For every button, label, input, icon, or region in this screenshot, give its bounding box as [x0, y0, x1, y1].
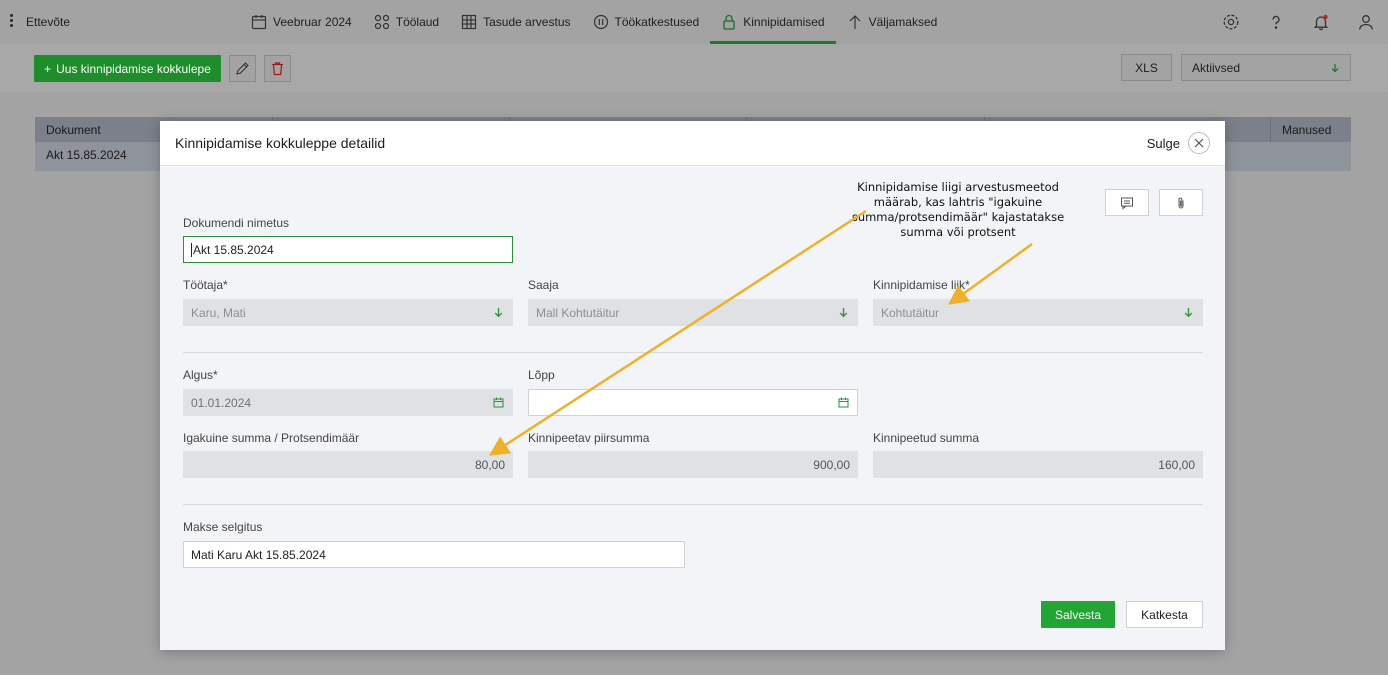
- doc-name-value: Akt 15.85.2024: [193, 242, 274, 257]
- nav-label: Tasude arvestus: [483, 15, 571, 29]
- dashboard-icon: [374, 14, 390, 30]
- pause-circle-icon: [593, 14, 609, 30]
- end-date-label: Lõpp: [528, 368, 555, 382]
- dialog-title: Kinnipidamise kokkuleppe detailid: [175, 135, 386, 151]
- new-agreement-label: Uus kinnipidamise kokkulepe: [56, 61, 211, 76]
- employee-label: Töötaja*: [183, 278, 228, 292]
- withheld-amount-input[interactable]: 160,00: [873, 451, 1203, 478]
- limit-amount-label: Kinnipeetav piirsumma: [528, 431, 650, 445]
- company-name[interactable]: Ettevõte: [26, 15, 70, 29]
- calendar-icon: [251, 14, 267, 30]
- dialog-header: Kinnipidamise kokkuleppe detailid Sulge: [160, 121, 1225, 166]
- withheld-amount-label: Kinnipeetud summa: [873, 431, 980, 445]
- status-filter-value: Aktiivsed: [1192, 60, 1241, 75]
- nav-dashboard[interactable]: Töölaud: [363, 0, 450, 44]
- close-icon[interactable]: [1188, 132, 1210, 154]
- deduction-type-select[interactable]: Kohtutäitur: [873, 299, 1203, 326]
- edit-button[interactable]: [229, 55, 256, 82]
- settings-icon[interactable]: [1208, 0, 1253, 44]
- user-icon[interactable]: [1343, 0, 1388, 44]
- chevron-down-icon: [491, 306, 505, 320]
- notifications-icon[interactable]: [1298, 0, 1343, 44]
- arrow-up-icon: [847, 14, 863, 30]
- payment-explanation-label: Makse selgitus: [183, 520, 263, 534]
- paperclip-icon: [1178, 197, 1184, 208]
- deduction-type-label: Kinnipidamise liik*: [873, 278, 970, 292]
- doc-name-label: Dokumendi nimetus: [183, 216, 290, 230]
- deduction-type-value: Kohtutäitur: [881, 305, 940, 320]
- employee-value: Karu, Mati: [191, 305, 246, 320]
- nav-deductions[interactable]: Kinnipidamised: [710, 0, 837, 44]
- limit-amount-input[interactable]: 900,00: [528, 451, 858, 478]
- chevron-down-icon: [1331, 63, 1339, 72]
- status-filter-select[interactable]: Aktiivsed: [1181, 54, 1351, 81]
- monthly-amount-input[interactable]: 80,00: [183, 451, 513, 478]
- payment-explanation-value: Mati Karu Akt 15.85.2024: [191, 547, 326, 562]
- xls-export-button[interactable]: XLS: [1121, 54, 1172, 81]
- comment-icon: [1121, 197, 1133, 210]
- grid-calc-icon: [461, 14, 477, 30]
- nav-label: Väljamaksed: [868, 15, 938, 29]
- pencil-icon: [236, 62, 249, 75]
- main-nav: Veebruar 2024 Töölaud Tasude arvestus Tö…: [240, 0, 948, 44]
- attachment-button[interactable]: [1159, 189, 1203, 216]
- end-date-input[interactable]: [528, 389, 858, 416]
- help-icon[interactable]: [1253, 0, 1298, 44]
- lock-icon: [721, 14, 737, 30]
- toolbar: + Uus kinnipidamise kokkulepe XLS Aktiiv…: [0, 44, 1388, 92]
- chevron-down-icon: [1181, 306, 1195, 320]
- nav-label: Töökatkestused: [614, 15, 700, 29]
- recipient-value: Mall Kohtutäitur: [536, 305, 620, 320]
- divider: [183, 352, 1203, 353]
- nav-label: Veebruar 2024: [273, 15, 352, 29]
- employee-select[interactable]: Karu, Mati: [183, 299, 513, 326]
- new-agreement-button[interactable]: + Uus kinnipidamise kokkulepe: [34, 55, 221, 82]
- delete-button[interactable]: [264, 55, 291, 82]
- monthly-amount-label: Igakuine summa / Protsendimäär: [183, 431, 360, 445]
- recipient-label: Saaja: [528, 278, 559, 292]
- annotation-text: Kinnipidamise liigi arvestusmeetod määra…: [851, 180, 1065, 239]
- nav-payments[interactable]: Väljamaksed: [836, 0, 949, 44]
- nav-absences[interactable]: Töökatkestused: [582, 0, 711, 44]
- calendar-icon[interactable]: [836, 396, 850, 410]
- recipient-select[interactable]: Mall Kohtutäitur: [528, 299, 858, 326]
- top-actions: [1208, 0, 1388, 44]
- start-date-label: Algus*: [183, 368, 218, 382]
- payment-explanation-input[interactable]: Mati Karu Akt 15.85.2024: [183, 541, 685, 568]
- top-bar: Ettevõte Veebruar 2024 Töölaud Tasude ar…: [0, 0, 1388, 44]
- column-header-attachments[interactable]: Manused: [1271, 117, 1351, 142]
- start-date-value: 01.01.2024: [191, 395, 252, 410]
- cancel-button[interactable]: Katkesta: [1126, 601, 1203, 628]
- nav-label: Töölaud: [395, 15, 440, 29]
- nav-period[interactable]: Veebruar 2024: [240, 0, 363, 44]
- text-caret: [191, 242, 192, 257]
- divider: [183, 504, 1203, 505]
- nav-label: Kinnipidamised: [743, 15, 825, 29]
- calendar-icon[interactable]: [491, 396, 505, 410]
- close-button[interactable]: Sulge: [1147, 132, 1210, 154]
- doc-name-input[interactable]: Akt 15.85.2024: [183, 236, 513, 263]
- close-label: Sulge: [1146, 135, 1180, 151]
- trash-icon: [272, 62, 283, 76]
- start-date-input[interactable]: 01.01.2024: [183, 389, 513, 416]
- plus-icon: +: [44, 61, 52, 76]
- save-button[interactable]: Salvesta: [1041, 601, 1115, 628]
- menu-dots-icon[interactable]: [6, 12, 16, 32]
- chevron-down-icon: [836, 306, 850, 320]
- nav-payroll[interactable]: Tasude arvestus: [450, 0, 581, 44]
- comment-button[interactable]: [1105, 189, 1149, 216]
- table-cell-document: Akt 15.85.2024: [46, 148, 127, 162]
